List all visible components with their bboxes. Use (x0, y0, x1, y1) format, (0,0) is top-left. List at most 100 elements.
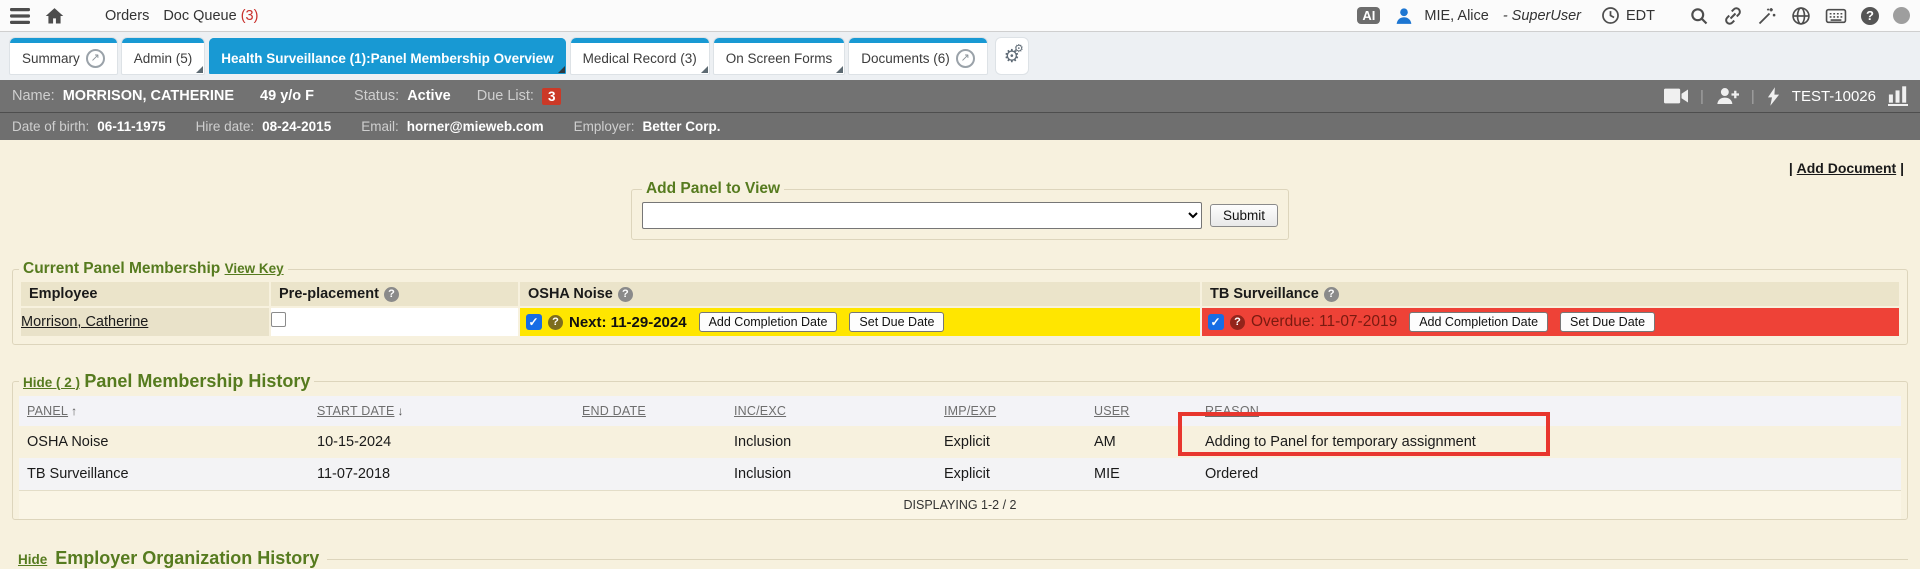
tab-on-screen-forms-label: On Screen Forms (726, 51, 833, 66)
paging-status: DISPLAYING 1-2 / 2 (19, 490, 1901, 519)
tab-admin[interactable]: Admin (5) (122, 38, 205, 74)
hire-date-label: Hire date: (196, 119, 255, 134)
add-document-link[interactable]: Add Document (1797, 160, 1897, 176)
history-row: OSHA Noise 10-15-2024 Inclusion Explicit… (19, 426, 1901, 458)
tab-settings-gear-icon[interactable] (996, 38, 1028, 74)
tb-surveillance-cell: Overdue: 11-07-2019 Add Completion Date … (1202, 308, 1899, 336)
col-header-inc-exc: INC/EXC (726, 396, 936, 426)
chart-id: TEST-10026 (1792, 88, 1876, 105)
help-icon[interactable]: ? (1861, 7, 1879, 25)
add-panel-legend: Add Panel to View (642, 180, 784, 198)
pre-placement-cell (271, 308, 518, 336)
globe-icon[interactable] (1791, 6, 1811, 26)
tb-checkbox[interactable] (1208, 314, 1224, 330)
osha-checkbox[interactable] (526, 314, 542, 330)
current-panel-title: Current Panel Membership (23, 260, 220, 277)
sort-reason-link[interactable]: REASON (1205, 404, 1259, 418)
pre-placement-checkbox[interactable] (271, 312, 286, 327)
external-link-icon[interactable]: ↗ (86, 49, 105, 68)
sort-asc-icon[interactable]: ↑ (71, 404, 77, 418)
divider: | (1751, 88, 1755, 105)
presence-indicator[interactable] (1893, 7, 1910, 24)
patient-header-bar: Name: MORRISON, CATHERINE 49 y/o F Statu… (0, 80, 1920, 112)
divider: | (1700, 88, 1704, 105)
employer-history-title: Employer Organization History (55, 548, 319, 569)
bolt-icon[interactable] (1767, 87, 1780, 106)
help-question-icon[interactable] (1324, 287, 1339, 302)
panel-cell: OSHA Noise (19, 426, 309, 458)
patient-demographics-bar: Date of birth: 06-11-1975 Hire date: 08-… (0, 112, 1920, 140)
link-icon[interactable] (1723, 6, 1743, 26)
user-icon[interactable] (1394, 6, 1414, 26)
add-person-icon[interactable] (1716, 87, 1739, 105)
external-link-icon[interactable]: ↗ (956, 49, 975, 68)
tab-medical-record[interactable]: Medical Record (3) (571, 38, 709, 74)
sort-user-link[interactable]: USER (1094, 404, 1130, 418)
current-panel-legend: Current Panel Membership View Key (19, 260, 288, 278)
home-icon[interactable] (44, 6, 65, 26)
sort-start-date-link[interactable]: START DATE (317, 404, 394, 418)
keyboard-icon[interactable] (1825, 7, 1847, 25)
history-table-wrap: PANEL↑ START DATE↓ END DATE INC/EXC IMP/ (19, 396, 1901, 519)
tab-on-screen-forms[interactable]: On Screen Forms (714, 38, 845, 74)
tab-summary[interactable]: Summary ↗ (10, 38, 117, 74)
video-icon[interactable] (1664, 88, 1688, 104)
patient-status: Active (407, 88, 451, 104)
history-legend: Hide ( 2 ) Panel Membership History (19, 371, 314, 392)
help-question-icon[interactable] (384, 287, 399, 302)
sort-desc-icon[interactable]: ↓ (397, 404, 403, 418)
nav-doc-queue[interactable]: Doc Queue (3) (163, 8, 258, 24)
pipe: | (1900, 160, 1904, 176)
panel-select[interactable] (642, 202, 1202, 229)
ai-assistant-badge[interactable]: AI (1357, 7, 1380, 24)
view-key-link[interactable]: View Key (225, 261, 284, 276)
tb-overdue-status: Overdue: 11-07-2019 (1251, 313, 1397, 331)
panel-membership-history-fieldset: Hide ( 2 ) Panel Membership History PANE… (12, 371, 1908, 520)
dob-label: Date of birth: (12, 119, 89, 134)
wand-icon[interactable] (1757, 6, 1777, 26)
sort-panel-link[interactable]: PANEL (27, 404, 68, 418)
set-due-date-button[interactable]: Set Due Date (1560, 312, 1655, 332)
osha-due-status: Next: 11-29-2024 (569, 314, 687, 331)
start-date-cell: 11-07-2018 (309, 458, 574, 490)
hide-history-link[interactable]: Hide ( 2 ) (23, 375, 80, 390)
tab-admin-label: Admin (5) (134, 51, 193, 66)
col-header-reason: REASON (1197, 396, 1901, 426)
sort-imp-exp-link[interactable]: IMP/EXP (944, 404, 996, 418)
hide-employer-history-link[interactable]: Hide (18, 552, 47, 567)
submit-button[interactable]: Submit (1210, 204, 1278, 227)
sort-end-date-link[interactable]: END DATE (582, 404, 646, 418)
main-content: | Add Document | Add Panel to View Submi… (0, 140, 1920, 569)
name-label: Name: (12, 88, 55, 104)
tab-documents[interactable]: Documents (6) ↗ (849, 38, 987, 74)
help-question-icon[interactable] (548, 315, 563, 330)
sort-inc-exc-link[interactable]: INC/EXC (734, 404, 786, 418)
set-due-date-button[interactable]: Set Due Date (849, 312, 944, 332)
inc-exc-cell: Inclusion (726, 426, 936, 458)
clock-icon[interactable] (1601, 6, 1620, 25)
due-list-count-badge[interactable]: 3 (542, 88, 562, 105)
tab-health-surveillance[interactable]: Health Surveillance (1):Panel Membership… (209, 38, 565, 74)
add-completion-date-button[interactable]: Add Completion Date (1409, 312, 1548, 332)
search-icon[interactable] (1689, 6, 1709, 26)
corner-fold-icon (558, 66, 565, 73)
tab-documents-label: Documents (6) (861, 51, 950, 66)
chart-stats-icon[interactable] (1888, 86, 1908, 106)
help-question-icon[interactable] (618, 287, 633, 302)
col-header-panel: PANEL↑ (19, 396, 309, 426)
current-panel-membership-fieldset: Current Panel Membership View Key Employ… (12, 260, 1908, 345)
panel-cell: TB Surveillance (19, 458, 309, 490)
hamburger-menu-icon[interactable] (10, 8, 30, 24)
employee-link[interactable]: Morrison, Catherine (21, 314, 148, 330)
start-date-cell: 10-15-2024 (309, 426, 574, 458)
reason-cell: Ordered (1197, 458, 1901, 490)
history-row: TB Surveillance 11-07-2018 Inclusion Exp… (19, 458, 1901, 490)
imp-exp-cell: Explicit (936, 458, 1086, 490)
col-header-tb-surveillance: TB Surveillance (1202, 282, 1899, 306)
add-completion-date-button[interactable]: Add Completion Date (699, 312, 838, 332)
reason-cell: Adding to Panel for temporary assignment (1197, 426, 1901, 458)
help-question-icon[interactable] (1230, 315, 1245, 330)
nav-orders[interactable]: Orders (105, 8, 149, 24)
top-bar: Orders Doc Queue (3) AI MIE, Alice - Sup… (0, 0, 1920, 32)
email-label: Email: (361, 119, 399, 134)
